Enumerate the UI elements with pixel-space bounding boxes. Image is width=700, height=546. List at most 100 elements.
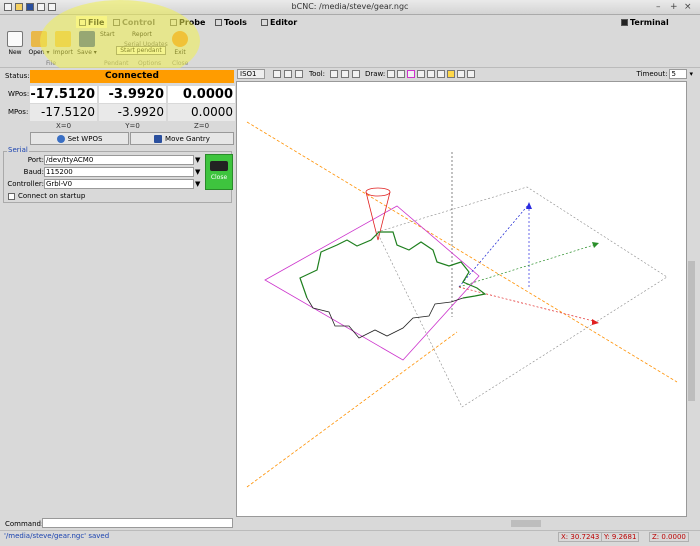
ruler-tool-icon[interactable] bbox=[352, 70, 360, 78]
timeout-field[interactable]: 5 bbox=[669, 69, 688, 79]
port-row: Port: /dev/ttyACM0 ▼ bbox=[4, 155, 204, 165]
chevron-down-icon[interactable]: ▾ bbox=[689, 70, 693, 78]
zoom-out-icon[interactable] bbox=[284, 70, 292, 78]
zero-z-button[interactable]: Z=0 bbox=[168, 122, 235, 130]
draw-margins-icon[interactable] bbox=[407, 70, 415, 78]
report-button[interactable]: Report bbox=[132, 31, 172, 38]
chevron-down-icon[interactable]: ▼ bbox=[195, 155, 203, 165]
serial-caption: Serial bbox=[7, 146, 29, 154]
toolpath-drawing bbox=[246, 121, 678, 488]
baud-label: Baud: bbox=[23, 168, 44, 176]
set-wpos-label: Set WPOS bbox=[67, 134, 103, 143]
status-badge[interactable]: Connected bbox=[30, 70, 234, 83]
scroll-thumb[interactable] bbox=[511, 520, 541, 527]
connect-on-startup-label: Connect on startup bbox=[18, 192, 86, 200]
close-serial-button[interactable]: Close bbox=[205, 154, 233, 190]
window-title: bCNC: /media/steve/gear.ngc bbox=[291, 2, 409, 11]
command-input[interactable] bbox=[42, 518, 233, 528]
tab-editor[interactable]: Editor bbox=[258, 16, 300, 28]
move-tool-icon[interactable] bbox=[341, 70, 349, 78]
draw-axes-icon[interactable] bbox=[387, 70, 395, 78]
wpos-y[interactable]: -3.9920 bbox=[99, 86, 166, 103]
zero-y-button[interactable]: Y=0 bbox=[99, 122, 166, 130]
mpos-y: -3.9920 bbox=[99, 104, 166, 121]
move-gantry-button[interactable]: Move Gantry bbox=[130, 132, 234, 145]
x-axis-line bbox=[246, 121, 678, 383]
close-icon[interactable]: × bbox=[684, 2, 692, 12]
draw-probe-icon[interactable] bbox=[417, 70, 425, 78]
draw-camera-icon[interactable] bbox=[457, 70, 465, 78]
power-icon bbox=[172, 31, 188, 47]
connect-on-startup-checkbox[interactable]: Connect on startup bbox=[8, 192, 85, 200]
select-tool-icon[interactable] bbox=[330, 70, 338, 78]
draw-paths-icon[interactable] bbox=[427, 70, 435, 78]
probe-icon bbox=[170, 18, 177, 26]
baud-row: Baud: 115200 ▼ bbox=[4, 167, 204, 177]
y-axis-arrow bbox=[458, 243, 598, 288]
exit-label: Exit bbox=[174, 49, 186, 56]
z-axis bbox=[458, 203, 530, 288]
editor-icon bbox=[261, 18, 268, 26]
cursor-x: X: 30.7243 bbox=[558, 532, 603, 542]
open-button[interactable]: Open ▾ bbox=[27, 31, 51, 56]
port-field[interactable]: /dev/ttyACM0 bbox=[44, 155, 194, 165]
tab-label: Control bbox=[122, 17, 156, 27]
refresh-icon[interactable] bbox=[467, 70, 475, 78]
ribbon-tabs: File Control Probe Tools Editor Terminal bbox=[0, 15, 700, 28]
zoom-in-icon[interactable] bbox=[273, 70, 281, 78]
ribbon: New Open ▾ Import Save ▾ Start Report Se… bbox=[0, 28, 700, 68]
command-label: Command: bbox=[5, 520, 44, 528]
gcode-viewer-canvas[interactable] bbox=[236, 81, 687, 517]
tab-label: Probe bbox=[179, 17, 206, 27]
tab-tools[interactable]: Tools bbox=[212, 16, 250, 28]
exit-button[interactable]: Exit bbox=[170, 31, 190, 56]
save-label: Save ▾ bbox=[77, 49, 97, 56]
port-label: Port: bbox=[27, 156, 44, 164]
plug-icon bbox=[210, 161, 228, 171]
scroll-thumb[interactable] bbox=[688, 261, 695, 401]
import-label: Import bbox=[53, 49, 73, 56]
tab-label: Editor bbox=[270, 17, 298, 27]
vertical-scrollbar[interactable] bbox=[687, 81, 696, 528]
open-label: Open ▾ bbox=[28, 49, 50, 56]
chevron-down-icon[interactable]: ▼ bbox=[195, 167, 203, 177]
chevron-down-icon[interactable]: ▼ bbox=[195, 179, 203, 189]
work-area bbox=[376, 186, 668, 408]
baud-field[interactable]: 115200 bbox=[44, 167, 194, 177]
start-label: Start bbox=[100, 31, 115, 38]
tab-control[interactable]: Control bbox=[110, 16, 158, 28]
save-button[interactable]: Save ▾ bbox=[76, 31, 98, 56]
draw-workarea-icon[interactable] bbox=[447, 70, 455, 78]
cursor-z: Z: 0.0000 bbox=[649, 532, 689, 542]
draw-grid-icon[interactable] bbox=[397, 70, 405, 78]
title-bar: bCNC: /media/steve/gear.ngc – + × bbox=[0, 0, 700, 15]
start-button[interactable]: Start bbox=[100, 31, 126, 38]
controller-row: Controller: Grbl-V0 ▼ bbox=[4, 179, 204, 189]
view-select[interactable]: ISO1 bbox=[237, 69, 265, 79]
import-icon bbox=[55, 31, 71, 47]
controller-field[interactable]: Grbl-V0 bbox=[44, 179, 194, 189]
draw-rapid-icon[interactable] bbox=[437, 70, 445, 78]
terminal-button[interactable]: Terminal bbox=[618, 16, 672, 28]
new-button[interactable]: New bbox=[5, 31, 25, 56]
file-icon bbox=[79, 18, 86, 26]
fit-icon[interactable] bbox=[295, 70, 303, 78]
tab-file[interactable]: File bbox=[76, 16, 108, 28]
zero-x-button[interactable]: X=0 bbox=[30, 122, 97, 130]
new-file-icon bbox=[7, 31, 23, 47]
timeout-control: Timeout: 5 ▾ bbox=[637, 69, 693, 79]
viewer-toolbar: ISO1 Tool: Draw: Timeout: 5 ▾ bbox=[235, 68, 695, 80]
stock-outline bbox=[264, 205, 480, 361]
import-button[interactable]: Import bbox=[52, 31, 74, 56]
tab-label: Tools bbox=[224, 17, 247, 27]
start-pendant-button[interactable]: Start pendant bbox=[116, 46, 166, 55]
control-icon bbox=[113, 18, 120, 26]
wpos-z[interactable]: 0.0000 bbox=[168, 86, 235, 103]
minimize-icon[interactable]: – bbox=[656, 2, 661, 12]
bcnc-window: bCNC: /media/steve/gear.ngc – + × File C… bbox=[0, 0, 700, 546]
maximize-icon[interactable]: + bbox=[670, 2, 678, 12]
horizontal-scrollbar[interactable] bbox=[236, 519, 687, 528]
set-wpos-button[interactable]: Set WPOS bbox=[30, 132, 129, 145]
wpos-x[interactable]: -17.5120 bbox=[30, 86, 97, 103]
tab-probe[interactable]: Probe bbox=[167, 16, 208, 28]
